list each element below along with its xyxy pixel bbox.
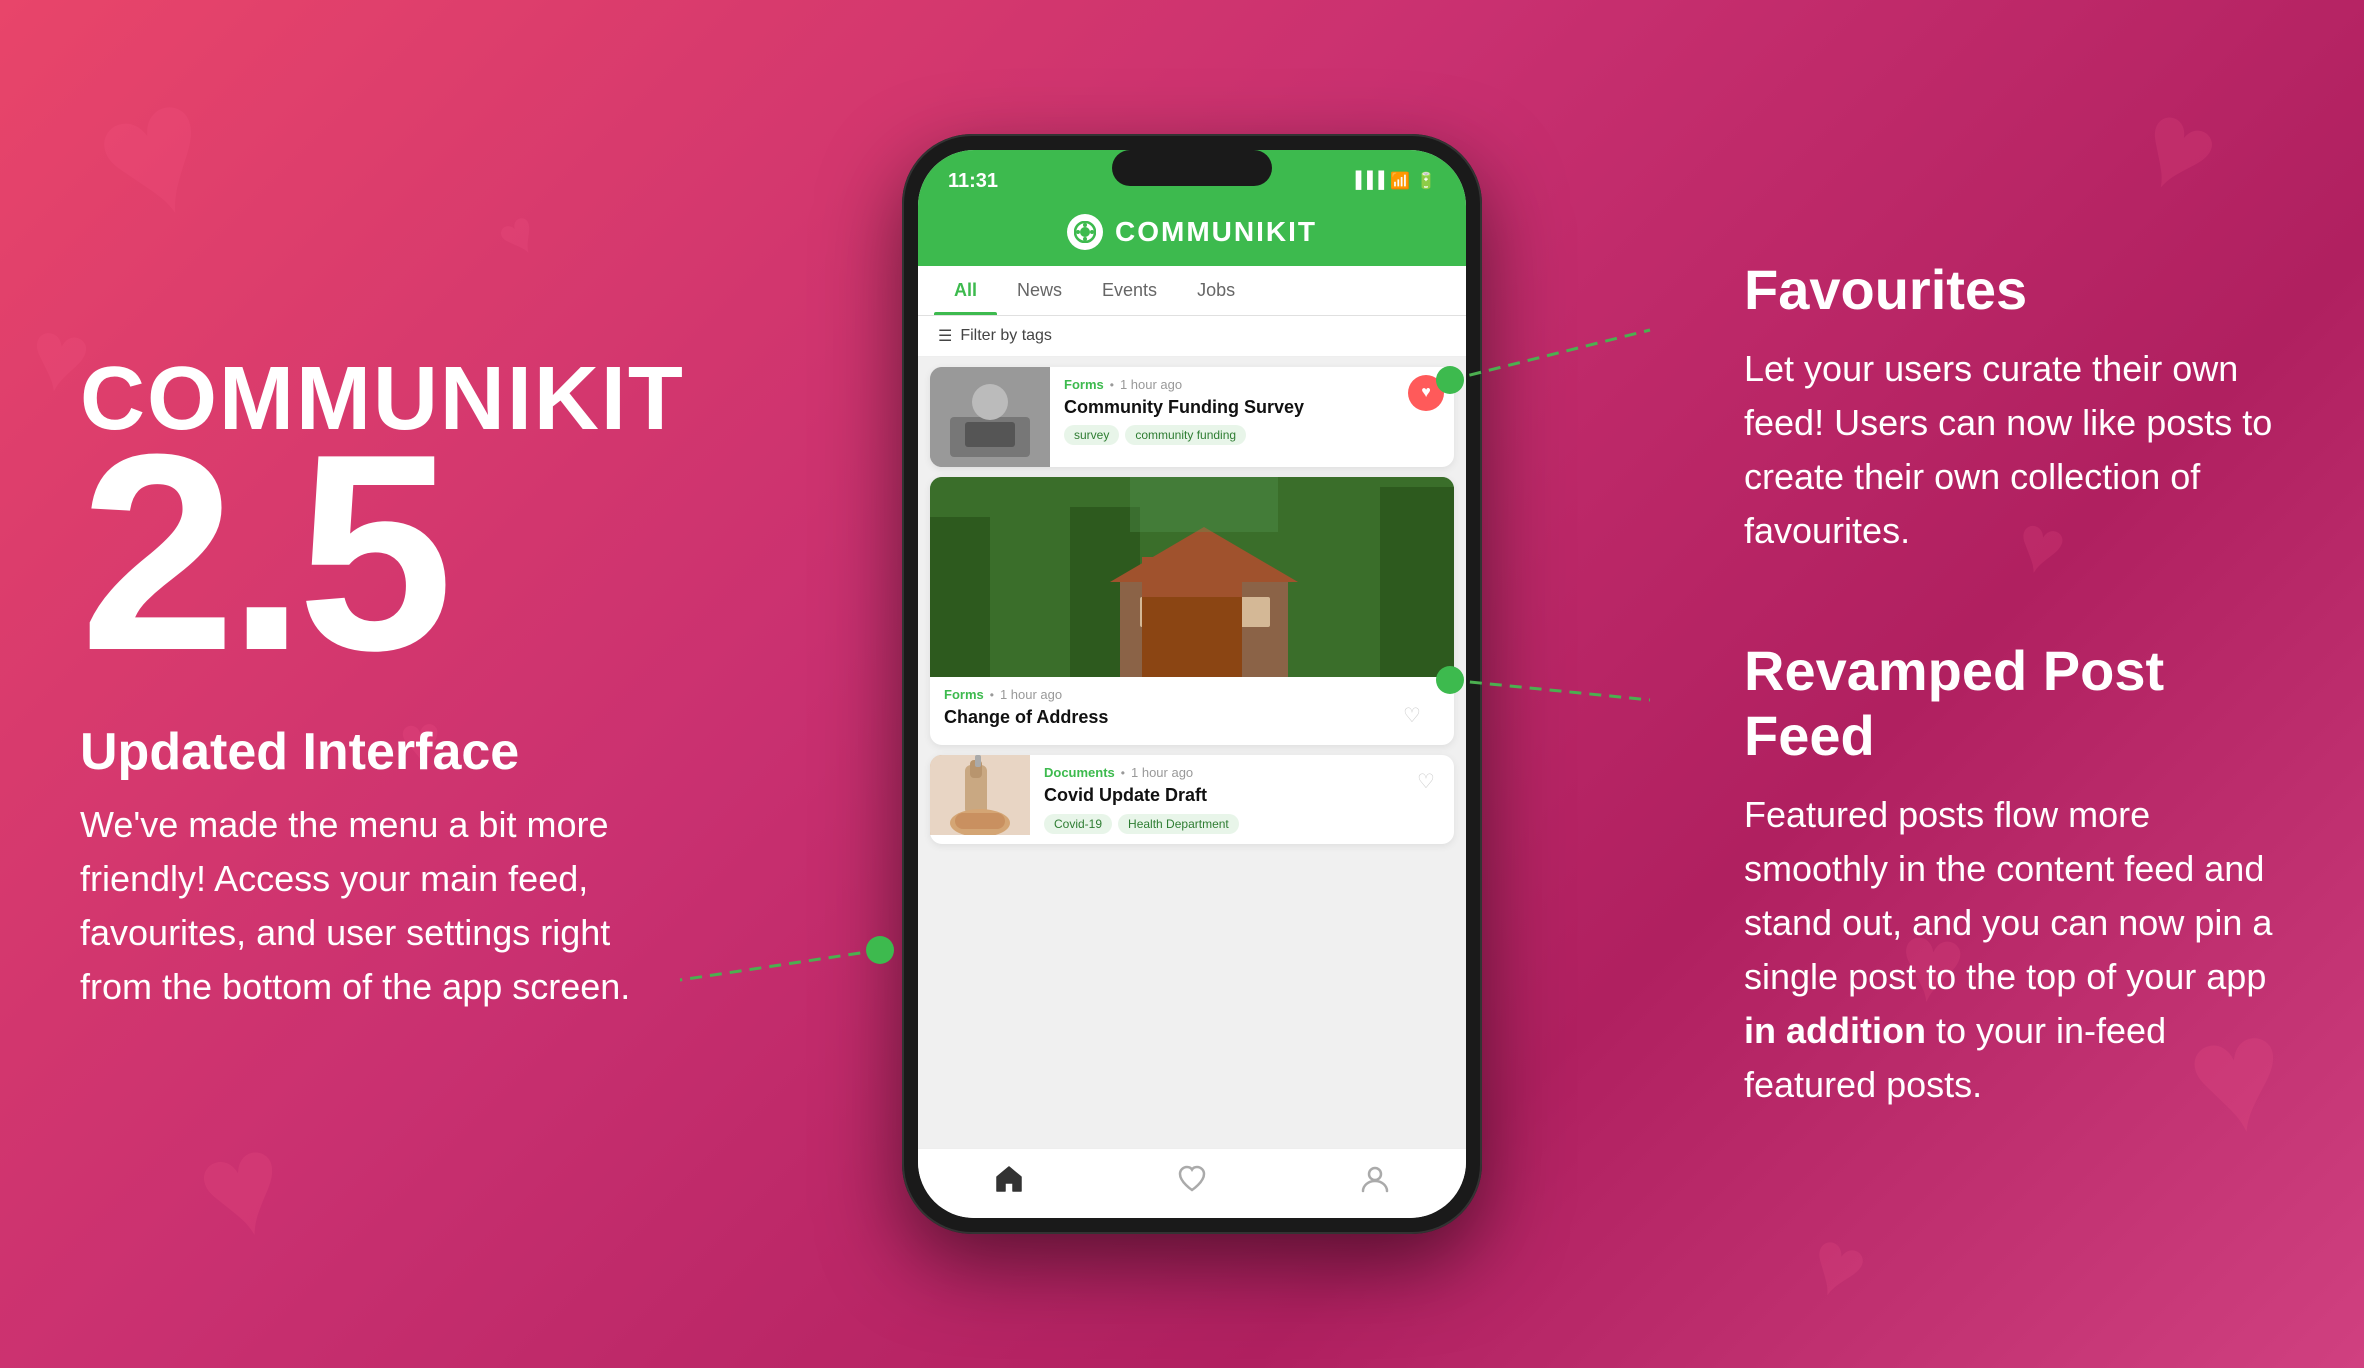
- nav-home[interactable]: [993, 1163, 1025, 1195]
- version-number: 2.5: [80, 434, 640, 672]
- bottom-nav: [918, 1148, 1466, 1218]
- post-image-house: [930, 477, 1454, 677]
- revamped-feed-text-start: Featured posts flow more smoothly in the…: [1744, 794, 2272, 997]
- tab-all[interactable]: All: [934, 266, 997, 315]
- left-section: COMMUNIKIT 2.5 Updated Interface We've m…: [0, 0, 700, 1368]
- post-image-survey: [930, 367, 1050, 467]
- favourites-text: Let your users curate their own feed! Us…: [1744, 342, 2284, 558]
- post-feed: Forms • 1 hour ago Community Funding Sur…: [918, 357, 1466, 1153]
- post-title-1: Community Funding Survey: [1064, 396, 1394, 419]
- post-card-2: Forms • 1 hour ago Change of Address ♡: [930, 477, 1454, 745]
- wifi-icon: 📶: [1390, 171, 1410, 191]
- tab-news[interactable]: News: [997, 266, 1082, 315]
- post-card-content-1: Forms • 1 hour ago Community Funding Sur…: [1050, 367, 1408, 467]
- post-category-2: Forms: [944, 687, 984, 702]
- signal-icon: ▐▐▐: [1350, 172, 1384, 190]
- tab-jobs[interactable]: Jobs: [1177, 266, 1255, 315]
- post-card-row-1: Forms • 1 hour ago Community Funding Sur…: [930, 367, 1454, 467]
- filter-label: Filter by tags: [960, 327, 1052, 345]
- post-fav-btn-1[interactable]: ♥: [1408, 375, 1444, 411]
- post-time-2: 1 hour ago: [1000, 687, 1062, 702]
- post-card-3: Documents • 1 hour ago Covid Update Draf…: [930, 755, 1454, 843]
- app-name: COMMUNIKIT: [1115, 216, 1317, 248]
- phone-notch: [1112, 150, 1272, 186]
- post-title-3: Covid Update Draft: [1044, 784, 1394, 807]
- phone-frame: 11:31 ▐▐▐ 📶 🔋: [902, 134, 1482, 1234]
- phone-wrapper: 11:31 ▐▐▐ 📶 🔋: [902, 134, 1482, 1234]
- post-meta-1: Forms • 1 hour ago: [1064, 377, 1394, 392]
- post-card-1: Forms • 1 hour ago Community Funding Sur…: [930, 367, 1454, 467]
- status-time: 11:31: [948, 170, 998, 193]
- updated-interface-section: Updated Interface We've made the menu a …: [80, 722, 640, 1014]
- post-time-3: 1 hour ago: [1131, 765, 1193, 780]
- post-category-1: Forms: [1064, 377, 1104, 392]
- post-tag-health: Health Department: [1118, 814, 1239, 834]
- tab-bar: All News Events Jobs: [918, 266, 1466, 316]
- filter-icon: ☰: [938, 326, 952, 346]
- nav-profile[interactable]: [1359, 1163, 1391, 1195]
- nav-favourites[interactable]: [1176, 1163, 1208, 1195]
- updated-interface-text: We've made the menu a bit more friendly!…: [80, 798, 640, 1014]
- filter-bar[interactable]: ☰ Filter by tags: [918, 316, 1466, 357]
- page-layout: COMMUNIKIT 2.5 Updated Interface We've m…: [0, 0, 2364, 1368]
- post-time-1: 1 hour ago: [1120, 377, 1182, 392]
- post-category-3: Documents: [1044, 765, 1115, 780]
- phone-screen: 11:31 ▐▐▐ 📶 🔋: [918, 150, 1466, 1218]
- post-meta-2: Forms • 1 hour ago: [944, 687, 1394, 702]
- post-card-content-2: Forms • 1 hour ago Change of Address ♡: [930, 677, 1454, 745]
- post-fav-btn-3[interactable]: ♡: [1408, 763, 1444, 799]
- app-header: COMMUNIKIT: [918, 206, 1466, 266]
- revamped-feed-title: Revamped Post Feed: [1744, 638, 2284, 768]
- status-icons: ▐▐▐ 📶 🔋: [1350, 171, 1436, 191]
- post-card-content-3: Documents • 1 hour ago Covid Update Draf…: [1030, 755, 1408, 843]
- post-meta-3: Documents • 1 hour ago: [1044, 765, 1394, 780]
- battery-icon: 🔋: [1416, 171, 1436, 191]
- post-tags-1: survey community funding: [1064, 425, 1394, 445]
- post-tag-community-funding: community funding: [1125, 425, 1246, 445]
- revamped-feed-feature: Revamped Post Feed Featured posts flow m…: [1744, 638, 2284, 1112]
- right-section: Favourites Let your users curate their o…: [1684, 0, 2364, 1368]
- updated-interface-title: Updated Interface: [80, 722, 640, 782]
- revamped-feed-text: Featured posts flow more smoothly in the…: [1744, 788, 2284, 1112]
- favourites-title: Favourites: [1744, 257, 2284, 322]
- post-tag-survey: survey: [1064, 425, 1119, 445]
- app-logo: [1067, 214, 1103, 250]
- post-tag-covid: Covid-19: [1044, 814, 1112, 834]
- revamped-feed-text-bold: in addition: [1744, 1010, 1926, 1051]
- favourites-feature: Favourites Let your users curate their o…: [1744, 257, 2284, 558]
- post-tags-3: Covid-19 Health Department: [1044, 814, 1394, 834]
- post-fav-btn-2[interactable]: ♡: [1394, 697, 1430, 733]
- post-title-2: Change of Address: [944, 706, 1394, 729]
- tab-events[interactable]: Events: [1082, 266, 1177, 315]
- post-image-hands: [930, 755, 1030, 835]
- center-section: 11:31 ▐▐▐ 📶 🔋: [700, 0, 1684, 1368]
- post-card-row-3: Documents • 1 hour ago Covid Update Draf…: [930, 755, 1454, 843]
